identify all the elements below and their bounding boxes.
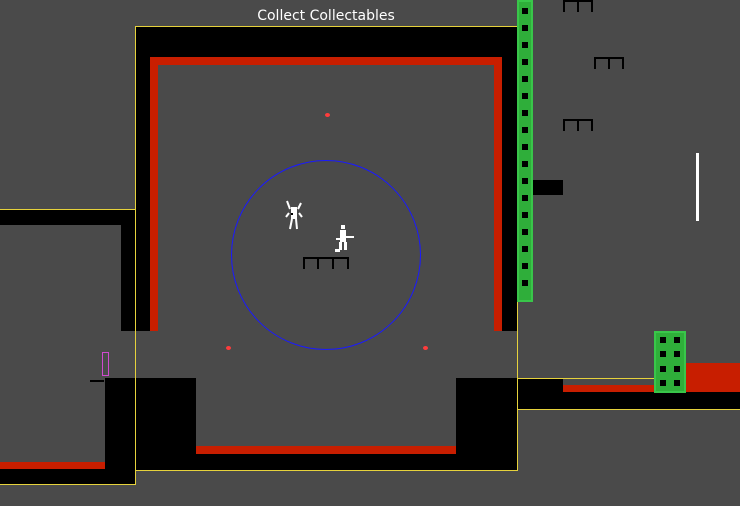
center-platform (303, 257, 349, 269)
exit-marker[interactable] (102, 352, 109, 376)
main-floor (136, 453, 517, 470)
lava-right (494, 57, 502, 331)
enemy-sprite[interactable] (283, 199, 305, 237)
main-left-wall (136, 57, 150, 331)
player-sprite[interactable] (331, 225, 357, 257)
collectable-2[interactable] (226, 346, 231, 350)
left-room-lava (0, 462, 105, 469)
left-room-right-wall (121, 225, 135, 331)
level-title: Collect Collectables (257, 8, 395, 24)
floating-platform-3 (563, 119, 593, 131)
lava-top (150, 57, 502, 65)
detection-radius (231, 160, 421, 350)
lava-right-block (685, 363, 740, 392)
small-platform (90, 380, 104, 392)
floating-platform-2 (594, 57, 624, 69)
ladder-tall[interactable] (517, 0, 533, 302)
ladder-short[interactable] (654, 331, 686, 393)
left-room-ceiling (0, 210, 135, 225)
lava-left (150, 57, 158, 331)
left-room-floor (0, 468, 135, 484)
ledge-small (533, 180, 563, 195)
lava-bottom (196, 446, 456, 454)
floating-platform-1 (563, 0, 593, 12)
collectable-3[interactable] (423, 346, 428, 350)
collectable-1[interactable] (325, 113, 330, 117)
door-marker[interactable] (696, 153, 699, 221)
main-ceiling (136, 27, 517, 57)
main-right-wall (502, 57, 517, 331)
